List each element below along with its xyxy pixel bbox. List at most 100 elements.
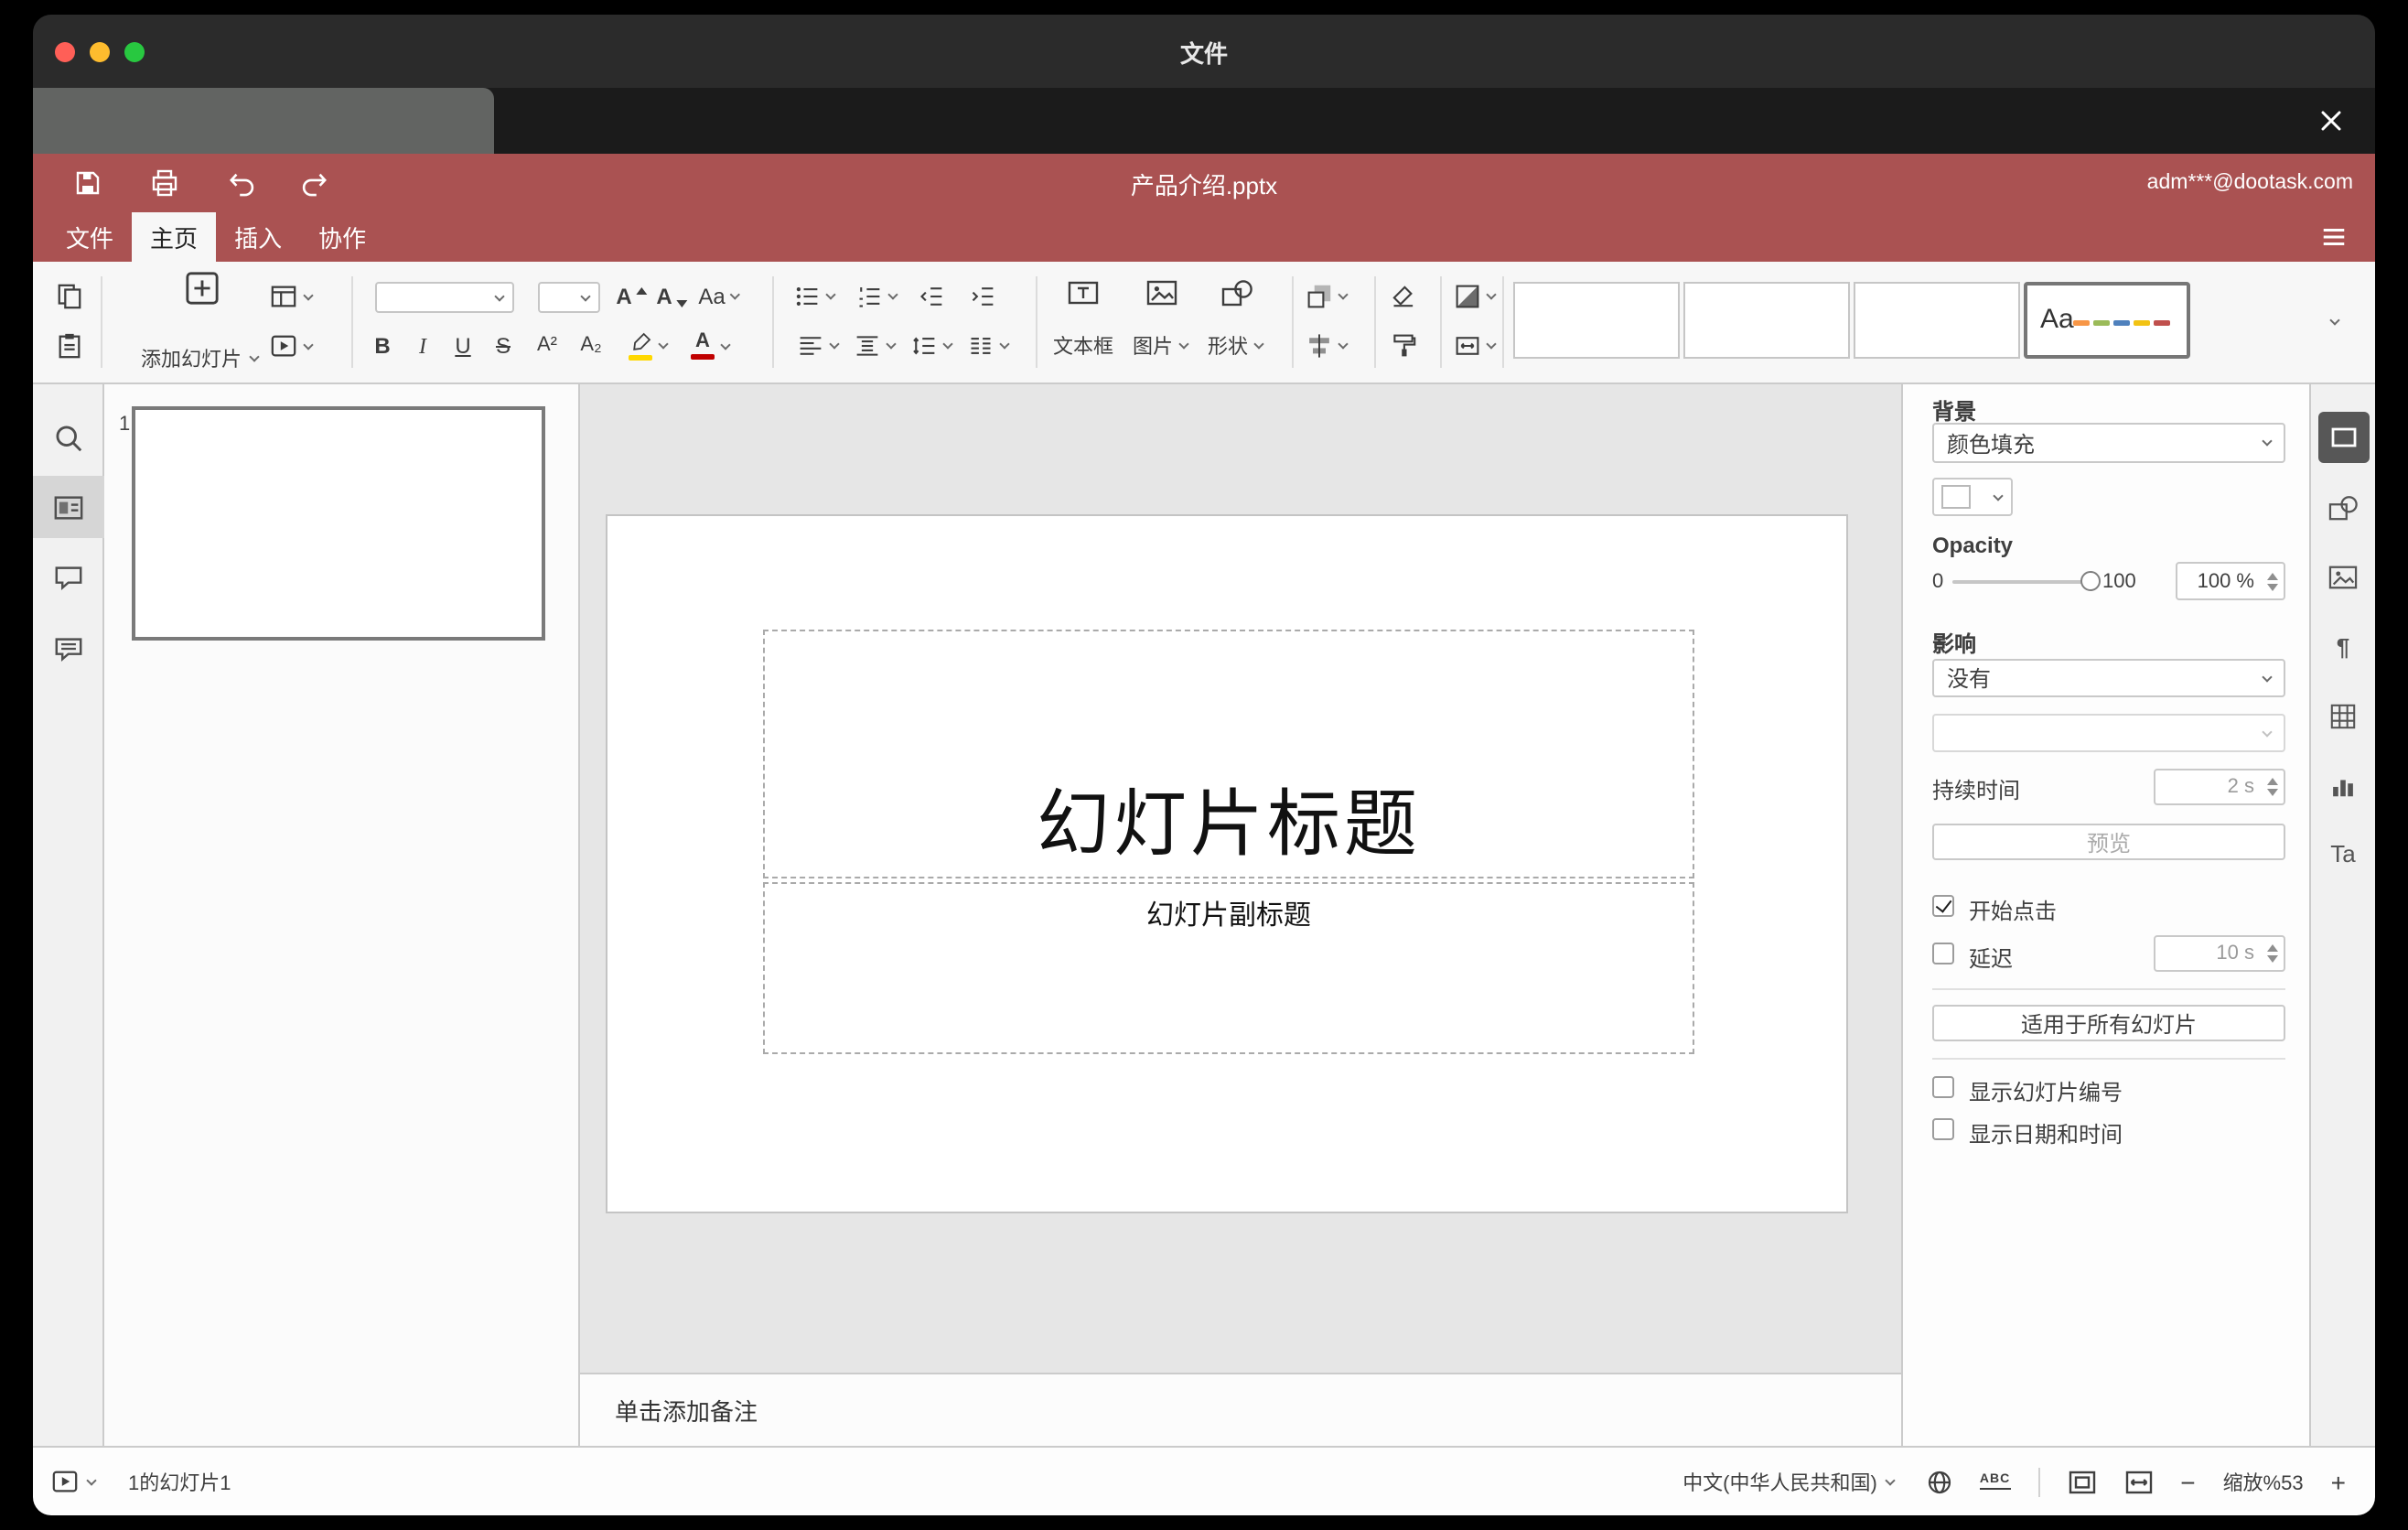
textbox-icon[interactable] bbox=[1067, 278, 1100, 307]
slide-settings-icon[interactable] bbox=[2317, 412, 2369, 463]
opacity-slider[interactable] bbox=[1952, 580, 2084, 584]
redo-icon[interactable] bbox=[289, 161, 337, 205]
show-date-time-checkbox[interactable] bbox=[1932, 1118, 1954, 1140]
textart-settings-icon[interactable]: Ta bbox=[2317, 827, 2369, 878]
delay-checkbox[interactable] bbox=[1932, 943, 1954, 964]
search-icon[interactable] bbox=[33, 406, 104, 469]
start-on-click-checkbox[interactable] bbox=[1932, 895, 1954, 917]
increase-font-size-button[interactable]: A bbox=[616, 286, 647, 307]
opacity-value-input[interactable]: 100 % bbox=[2176, 562, 2285, 600]
chevron-down-icon bbox=[656, 339, 671, 353]
color-scheme-button[interactable] bbox=[1455, 284, 1499, 309]
increase-indent-button[interactable] bbox=[970, 284, 995, 309]
insert-textbox-button[interactable]: 文本框 bbox=[1053, 331, 1113, 361]
tab-collaboration[interactable]: 协作 bbox=[300, 212, 384, 262]
start-on-click-label: 开始点击 bbox=[1969, 899, 2058, 924]
theme-gallery-expand-button[interactable] bbox=[2327, 315, 2342, 329]
mac-close-button[interactable] bbox=[55, 41, 75, 61]
image-icon[interactable] bbox=[1145, 278, 1178, 307]
background-color-picker[interactable] bbox=[1932, 478, 2013, 516]
align-shape-button[interactable] bbox=[1306, 333, 1350, 359]
font-color-button[interactable]: A bbox=[691, 331, 733, 360]
save-icon[interactable] bbox=[64, 161, 112, 205]
feedback-icon[interactable] bbox=[33, 617, 104, 679]
language-button[interactable]: 中文(中华人民共和国) bbox=[1682, 1467, 1899, 1496]
table-settings-icon[interactable] bbox=[2317, 690, 2369, 741]
show-slide-number-checkbox[interactable] bbox=[1932, 1076, 1954, 1098]
horizontal-align-button[interactable] bbox=[798, 333, 842, 359]
notes-area[interactable]: 单击添加备注 bbox=[580, 1373, 1901, 1446]
undo-icon[interactable] bbox=[218, 161, 265, 205]
mac-minimize-button[interactable] bbox=[90, 41, 110, 61]
copy-icon[interactable] bbox=[56, 283, 83, 310]
fit-slide-icon[interactable] bbox=[2067, 1467, 2096, 1496]
insert-shape-button[interactable]: 形状 bbox=[1208, 331, 1266, 361]
effect-select[interactable]: 没有 bbox=[1932, 659, 2285, 697]
superscript-button[interactable]: A² bbox=[537, 335, 557, 356]
font-name-combobox[interactable] bbox=[375, 282, 514, 313]
decrease-indent-button[interactable] bbox=[919, 284, 944, 309]
theme-thumbnail-selected[interactable]: Aa bbox=[2024, 282, 2190, 359]
paragraph-settings-icon[interactable]: ¶ bbox=[2317, 620, 2369, 672]
change-layout-button[interactable] bbox=[270, 283, 316, 310]
slide-size-button[interactable] bbox=[1455, 333, 1499, 359]
chart-settings-icon[interactable] bbox=[2317, 760, 2369, 811]
paste-icon[interactable] bbox=[56, 332, 83, 360]
add-slide-button[interactable]: 添加幻灯片 bbox=[113, 271, 289, 373]
slides-panel-icon[interactable] bbox=[33, 476, 104, 538]
tab-file[interactable]: 文件 bbox=[48, 212, 132, 262]
theme-thumbnail[interactable] bbox=[1683, 282, 1850, 359]
numbering-button[interactable] bbox=[856, 284, 900, 309]
theme-thumbnail[interactable] bbox=[1513, 282, 1680, 359]
close-icon[interactable] bbox=[2313, 102, 2349, 139]
spellcheck-icon[interactable]: ABC bbox=[1979, 1473, 2011, 1490]
zoom-label[interactable]: 缩放%53 bbox=[2223, 1467, 2304, 1496]
copy-style-button[interactable] bbox=[1391, 333, 1416, 359]
subscript-button[interactable]: A₂ bbox=[580, 335, 601, 356]
bullets-button[interactable] bbox=[794, 284, 838, 309]
theme-thumbnail[interactable] bbox=[1854, 282, 2020, 359]
shape-settings-icon[interactable] bbox=[2317, 481, 2369, 533]
font-size-combobox[interactable] bbox=[538, 282, 600, 313]
insert-image-button[interactable]: 图片 bbox=[1133, 331, 1191, 361]
background-fill-select[interactable]: 颜色填充 bbox=[1932, 423, 2285, 463]
clear-style-button[interactable] bbox=[1391, 284, 1416, 309]
insert-columns-button[interactable] bbox=[968, 333, 1012, 359]
slide-thumbnail[interactable] bbox=[132, 406, 545, 641]
chevron-down-icon bbox=[718, 339, 733, 353]
editor-canvas[interactable]: 幻灯片标题 幻灯片副标题 单击添加备注 bbox=[580, 384, 1901, 1446]
zoom-out-button[interactable]: − bbox=[2180, 1469, 2195, 1494]
line-spacing-button[interactable] bbox=[911, 333, 955, 359]
decrease-font-size-button[interactable]: A bbox=[656, 286, 687, 307]
underline-button[interactable]: U bbox=[455, 335, 470, 357]
start-slideshow-button[interactable] bbox=[270, 332, 316, 360]
italic-button[interactable]: I bbox=[419, 335, 426, 357]
document-language-icon[interactable] bbox=[1927, 1469, 1952, 1494]
slide[interactable]: 幻灯片标题 幻灯片副标题 bbox=[606, 514, 1848, 1213]
fit-width-icon[interactable] bbox=[2123, 1467, 2153, 1496]
arrow-up-icon bbox=[635, 286, 647, 294]
zoom-in-button[interactable]: + bbox=[2331, 1469, 2346, 1494]
tab-insert[interactable]: 插入 bbox=[216, 212, 300, 262]
mac-zoom-button[interactable] bbox=[124, 41, 145, 61]
image-settings-icon[interactable] bbox=[2317, 551, 2369, 602]
tab-home[interactable]: 主页 bbox=[132, 212, 217, 262]
change-case-button[interactable]: Aa bbox=[698, 286, 743, 307]
print-icon[interactable] bbox=[141, 161, 188, 205]
spinner-arrows[interactable] bbox=[2267, 564, 2278, 598]
arrange-shape-button[interactable] bbox=[1306, 284, 1350, 309]
opacity-slider-knob[interactable] bbox=[2080, 571, 2101, 591]
bold-button[interactable]: B bbox=[374, 335, 390, 357]
slide-subtitle-placeholder[interactable]: 幻灯片副标题 bbox=[763, 882, 1694, 1054]
apply-to-all-slides-button[interactable]: 适用于所有幻灯片 bbox=[1932, 1005, 2285, 1041]
toolbar-divider bbox=[1036, 276, 1037, 368]
comments-icon[interactable] bbox=[33, 545, 104, 608]
vertical-align-button[interactable] bbox=[855, 333, 898, 359]
shape-icon[interactable] bbox=[1220, 278, 1253, 307]
start-slideshow-status-button[interactable] bbox=[51, 1468, 99, 1495]
hamburger-menu-icon[interactable] bbox=[2309, 212, 2357, 262]
status-bar: 1的幻灯片1 中文(中华人民共和国) ABC − 缩放%53 + bbox=[33, 1446, 2375, 1515]
slide-title-placeholder[interactable]: 幻灯片标题 bbox=[763, 630, 1694, 878]
strikeout-button[interactable]: S bbox=[496, 335, 511, 357]
highlight-color-button[interactable] bbox=[629, 331, 671, 361]
